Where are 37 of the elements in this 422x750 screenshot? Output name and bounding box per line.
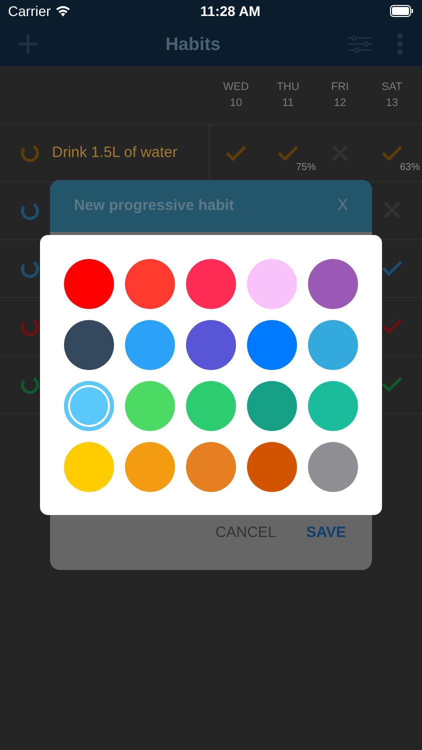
weekday-label: FRI (330, 80, 350, 95)
time-label: 11:28 AM (200, 2, 260, 20)
date-label: 12 (332, 96, 348, 111)
color-swatch[interactable] (64, 381, 114, 431)
color-swatch[interactable] (247, 320, 297, 370)
habit-name: Drink 1.5L of water (52, 142, 178, 163)
color-swatch[interactable] (247, 442, 297, 492)
date-label: 13 (384, 96, 400, 111)
color-swatch[interactable] (308, 442, 358, 492)
battery-icon (390, 5, 414, 17)
color-swatch[interactable] (308, 320, 358, 370)
color-swatch[interactable] (186, 442, 236, 492)
date-label: 11 (281, 96, 295, 111)
save-button[interactable]: SAVE (306, 522, 346, 544)
color-swatch[interactable] (125, 259, 175, 309)
percent-label: 63% (400, 163, 420, 173)
carrier-label: Carrier (8, 2, 51, 20)
color-swatch[interactable] (186, 320, 236, 370)
weekday-label: THU (276, 80, 300, 95)
color-swatch[interactable] (125, 442, 175, 492)
color-swatch[interactable] (125, 320, 175, 370)
percent-label: 75% (296, 163, 316, 173)
date-label: 10 (228, 96, 244, 111)
screen-title: Habits (166, 32, 221, 56)
color-swatch[interactable] (308, 381, 358, 431)
color-swatch[interactable] (186, 381, 236, 431)
color-swatch[interactable] (64, 442, 114, 492)
color-swatch[interactable] (186, 259, 236, 309)
color-swatch[interactable] (64, 320, 114, 370)
weekday-label: SAT (380, 80, 404, 95)
color-swatch[interactable] (64, 259, 114, 309)
weekday-label: WED (222, 80, 250, 95)
color-swatch[interactable] (247, 381, 297, 431)
color-swatch[interactable] (308, 259, 358, 309)
color-swatch[interactable] (247, 259, 297, 309)
wifi-icon (54, 5, 71, 17)
color-swatch[interactable] (125, 381, 175, 431)
